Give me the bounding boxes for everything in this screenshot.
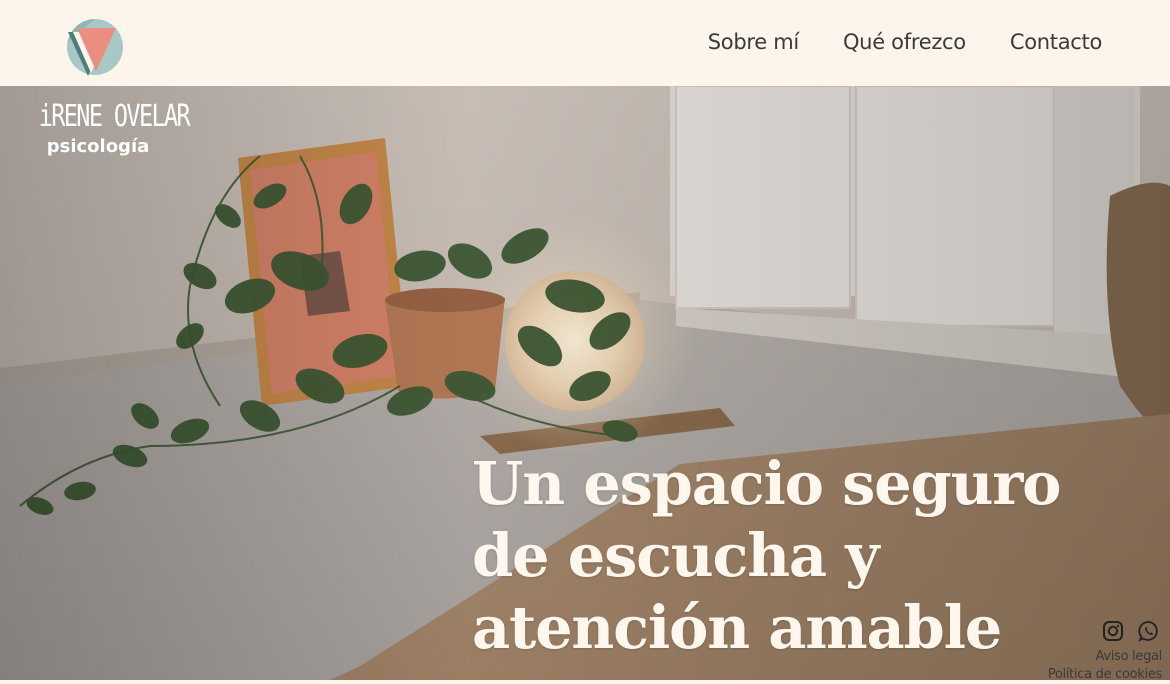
main-nav: Sobre mí Qué ofrezco Contacto — [708, 0, 1103, 84]
nav-contacto[interactable]: Contacto — [1010, 30, 1102, 54]
aviso-legal-link[interactable]: Aviso legal — [1048, 648, 1163, 666]
brand-subtitle: psicología — [46, 136, 150, 157]
nav-que-ofrezco[interactable]: Qué ofrezco — [843, 30, 966, 54]
logo-link[interactable] — [64, 16, 126, 78]
hero-headline: Un espacio seguro de escucha y atención … — [472, 448, 1061, 662]
footer-links: Aviso legal Política de cookies — [1048, 648, 1162, 684]
instagram-icon[interactable] — [1102, 620, 1124, 642]
politica-cookies-link[interactable]: Política de cookies — [1048, 666, 1162, 684]
triangle-in-circle-logo-icon — [67, 19, 123, 76]
brand-name: iRENE OVELAR — [38, 99, 191, 134]
nav-sobre-mi[interactable]: Sobre mí — [708, 30, 799, 54]
whatsapp-icon[interactable] — [1138, 620, 1160, 642]
social-links — [1102, 620, 1160, 642]
brand-logo: iRENE OVELAR psicología — [22, 98, 191, 157]
site-header: Sobre mí Qué ofrezco Contacto — [0, 0, 1170, 86]
